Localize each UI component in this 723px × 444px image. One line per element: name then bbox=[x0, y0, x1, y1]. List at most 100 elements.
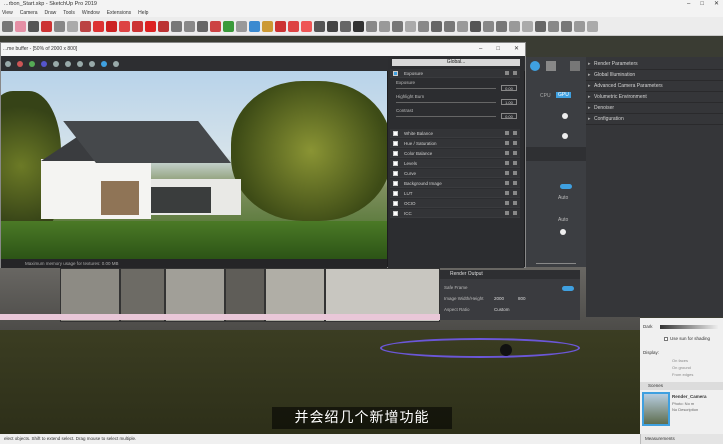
cpu-label[interactable]: CPU bbox=[540, 93, 551, 99]
safe-frame-toggle[interactable] bbox=[562, 286, 574, 291]
vray-omni-light-icon[interactable] bbox=[418, 20, 429, 32]
layer-options-icon[interactable] bbox=[505, 201, 517, 206]
teapot-icon[interactable] bbox=[546, 61, 556, 71]
from-edges-option[interactable]: From edges bbox=[672, 372, 693, 377]
select-tool-icon[interactable] bbox=[2, 20, 13, 32]
dark-slider[interactable] bbox=[660, 325, 718, 329]
scenes-header[interactable]: Scenes bbox=[640, 382, 723, 390]
rollout-denoiser[interactable]: Denoiser bbox=[586, 103, 723, 114]
channel-icon[interactable] bbox=[5, 60, 11, 67]
exposure-checkbox[interactable] bbox=[393, 71, 398, 76]
layer-white-balance[interactable]: White Balance bbox=[390, 129, 520, 138]
rollout-global-illumination[interactable]: Global Illumination bbox=[586, 70, 723, 81]
pan-tool-icon[interactable] bbox=[223, 20, 234, 32]
vray-scatter-icon[interactable] bbox=[509, 20, 520, 32]
vray-ies-light-icon[interactable] bbox=[405, 20, 416, 32]
polygon-tool-icon[interactable] bbox=[80, 20, 91, 32]
vray-interactive-icon[interactable] bbox=[340, 20, 351, 32]
layer-lut[interactable]: LUT bbox=[390, 189, 520, 198]
exposure-layer[interactable]: Exposure bbox=[390, 69, 520, 78]
vray-proxy-icon[interactable] bbox=[457, 20, 468, 32]
maximize-button[interactable]: □ bbox=[700, 0, 704, 9]
toggle-knob[interactable] bbox=[562, 113, 568, 119]
fb-close-button[interactable]: ✕ bbox=[514, 43, 519, 56]
scale-tool-icon[interactable] bbox=[145, 20, 156, 32]
history-icon[interactable] bbox=[77, 60, 83, 67]
vray-clipper-icon[interactable] bbox=[496, 20, 507, 32]
protractor-tool-icon[interactable] bbox=[184, 20, 195, 32]
rotate-tool-icon[interactable] bbox=[132, 20, 143, 32]
minimize-button[interactable]: – bbox=[687, 0, 690, 9]
vray-lightgen-icon[interactable] bbox=[548, 20, 559, 32]
layer-ocio[interactable]: OCIO bbox=[390, 199, 520, 208]
push-pull-tool-icon[interactable] bbox=[93, 20, 104, 32]
tape-tool-icon[interactable] bbox=[171, 20, 182, 32]
image-width-input[interactable]: 2000 bbox=[494, 296, 504, 301]
vray-denoiser-icon[interactable] bbox=[561, 20, 572, 32]
clear-image-icon[interactable] bbox=[65, 60, 71, 67]
blue-channel-icon[interactable] bbox=[41, 60, 47, 67]
orbit-tool-icon[interactable] bbox=[210, 20, 221, 32]
line-tool-icon[interactable] bbox=[28, 20, 39, 32]
eraser-tool-icon[interactable] bbox=[15, 20, 26, 32]
menu-window[interactable]: Window bbox=[82, 9, 100, 17]
layer-options-icon[interactable] bbox=[505, 161, 517, 166]
rollout-volumetric-environment[interactable]: Volumetric Environment bbox=[586, 92, 723, 103]
layer-color-balance[interactable]: Color Balance bbox=[390, 149, 520, 158]
vray-material-icon[interactable] bbox=[522, 20, 533, 32]
red-channel-icon[interactable] bbox=[17, 60, 23, 67]
menu-help[interactable]: Help bbox=[138, 9, 148, 17]
exposure-slider[interactable] bbox=[396, 88, 496, 89]
checkbox[interactable] bbox=[393, 181, 398, 186]
menu-draw[interactable]: Draw bbox=[45, 9, 57, 17]
layer-options-icon[interactable] bbox=[505, 181, 517, 186]
on-ground-option[interactable]: On ground bbox=[672, 365, 691, 370]
contrast-value[interactable]: 0.00 bbox=[501, 113, 517, 119]
rollout-render-parameters[interactable]: Render Parameters bbox=[586, 59, 723, 70]
vray-spot-light-icon[interactable] bbox=[392, 20, 403, 32]
checkbox[interactable] bbox=[393, 161, 398, 166]
toggle-knob[interactable] bbox=[562, 133, 568, 139]
fb-maximize-button[interactable]: □ bbox=[496, 43, 500, 56]
zoom-tool-icon[interactable] bbox=[236, 20, 247, 32]
save-image-icon[interactable] bbox=[53, 60, 59, 67]
checkbox[interactable] bbox=[393, 141, 398, 146]
image-height-input[interactable]: 800 bbox=[518, 296, 526, 301]
menu-extensions[interactable]: Extensions bbox=[107, 9, 131, 17]
render-image[interactable] bbox=[1, 71, 387, 259]
menu-view[interactable]: View bbox=[2, 9, 13, 17]
toggle-knob[interactable] bbox=[560, 229, 566, 235]
layer-options-icon[interactable] bbox=[505, 141, 517, 146]
paint-bucket-icon[interactable] bbox=[262, 20, 273, 32]
extension-warehouse-icon[interactable] bbox=[288, 20, 299, 32]
layout-icon[interactable] bbox=[301, 20, 312, 32]
vray-light-icon[interactable] bbox=[366, 20, 377, 32]
vray-dome-light-icon[interactable] bbox=[431, 20, 442, 32]
stop-icon[interactable] bbox=[113, 60, 119, 67]
layer-options-icon[interactable] bbox=[505, 71, 517, 76]
render-settings-icon[interactable] bbox=[530, 61, 540, 71]
layer-curve[interactable]: Curve bbox=[390, 169, 520, 178]
measurements-box[interactable]: Measurements bbox=[640, 434, 723, 444]
vray-help-icon[interactable] bbox=[587, 20, 598, 32]
checkbox[interactable] bbox=[393, 201, 398, 206]
follow-me-tool-icon[interactable] bbox=[106, 20, 117, 32]
checkbox[interactable] bbox=[393, 151, 398, 156]
vray-settings-icon[interactable] bbox=[535, 20, 546, 32]
scene-thumbnail[interactable] bbox=[642, 392, 670, 426]
layer-icc[interactable]: ICC bbox=[390, 209, 520, 218]
green-channel-icon[interactable] bbox=[29, 60, 35, 67]
vray-render-icon[interactable] bbox=[327, 20, 338, 32]
frame-buffer-icon[interactable] bbox=[570, 61, 580, 71]
slider-track[interactable] bbox=[536, 263, 576, 264]
exposure-value[interactable]: 0.00 bbox=[501, 85, 517, 91]
scene-name[interactable]: Render_Camera bbox=[672, 394, 707, 399]
region-render-icon[interactable] bbox=[89, 60, 95, 67]
layer-options-icon[interactable] bbox=[505, 131, 517, 136]
layer-options-icon[interactable] bbox=[505, 151, 517, 156]
zoom-extents-icon[interactable] bbox=[249, 20, 260, 32]
warehouse-icon[interactable] bbox=[275, 20, 286, 32]
on-faces-option[interactable]: On faces bbox=[672, 358, 688, 363]
checkbox[interactable] bbox=[393, 171, 398, 176]
layer-options-icon[interactable] bbox=[505, 191, 517, 196]
